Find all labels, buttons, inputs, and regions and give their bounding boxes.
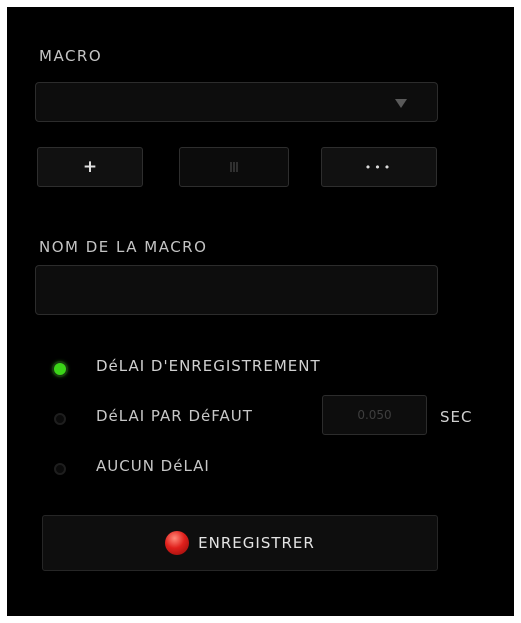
radio-recording-delay[interactable]: [54, 363, 66, 375]
delay-unit-label: SEC: [440, 408, 473, 426]
record-label: ENREGISTRER: [198, 534, 315, 552]
delete-macro-button[interactable]: [179, 147, 289, 187]
macro-label: MACRO: [39, 47, 103, 65]
macro-name-input[interactable]: [35, 265, 438, 315]
more-options-button[interactable]: •••: [321, 147, 437, 187]
macro-panel: MACRO + ••• NOM DE LA MACRO DéLAI D'ENRE…: [7, 7, 514, 616]
recording-delay-label: DéLAI D'ENREGISTREMENT: [96, 357, 321, 375]
macro-select[interactable]: [35, 82, 438, 122]
no-delay-label: AUCUN DéLAI: [96, 457, 210, 475]
default-delay-input[interactable]: 0.050: [322, 395, 427, 435]
add-macro-button[interactable]: +: [37, 147, 143, 187]
record-button[interactable]: ENREGISTRER: [42, 515, 438, 571]
plus-icon: +: [82, 156, 98, 177]
record-dot-icon: [165, 531, 190, 555]
trash-icon: [230, 162, 238, 172]
triangle-down-icon: [395, 99, 407, 108]
default-delay-value: 0.050: [357, 408, 392, 422]
radio-no-delay[interactable]: [54, 463, 66, 475]
radio-default-delay[interactable]: [54, 413, 66, 425]
macro-name-label: NOM DE LA MACRO: [39, 238, 208, 256]
ellipsis-icon: •••: [364, 160, 394, 174]
default-delay-label: DéLAI PAR DéFAUT: [96, 407, 253, 425]
